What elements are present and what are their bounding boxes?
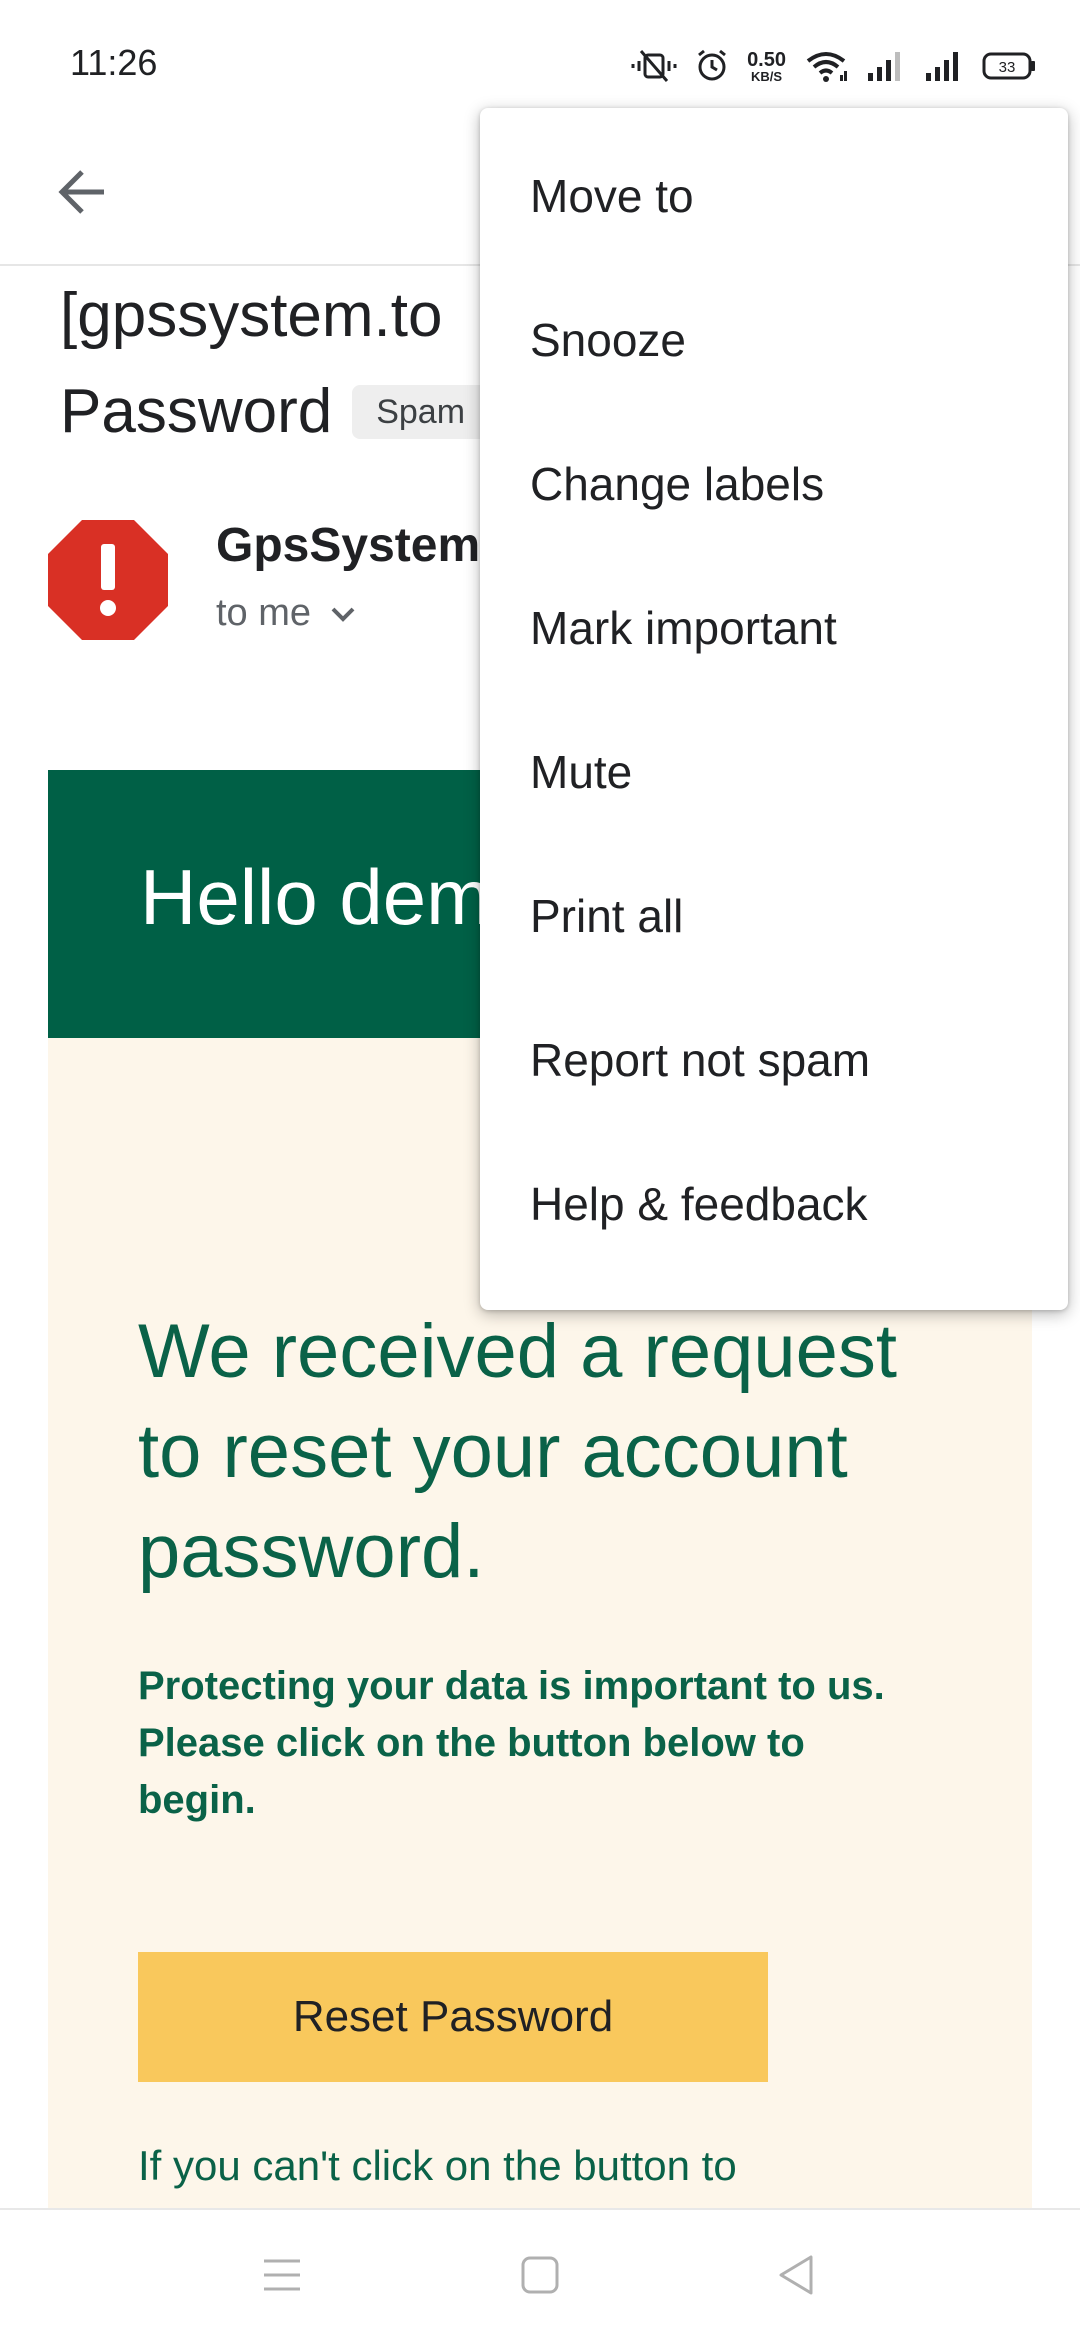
- menu-item-snooze[interactable]: Snooze: [480, 268, 1068, 412]
- recipient-toggle[interactable]: to me: [216, 592, 357, 635]
- system-nav-bar: [0, 2208, 1080, 2340]
- net-speed-unit: KB/S: [751, 68, 783, 84]
- recipient-text: to me: [216, 592, 312, 634]
- home-button[interactable]: [500, 2240, 580, 2310]
- email-note: Protecting your data is important to us.…: [138, 1658, 918, 1829]
- status-icons: 0.50 KB/S 33: [631, 46, 1036, 86]
- email-greeting: Hello dem: [140, 853, 492, 941]
- signal-icon: [924, 49, 964, 83]
- back-triangle-icon: [779, 2255, 813, 2295]
- email-headline: We received a request to reset your acco…: [138, 1309, 897, 1594]
- menu-item-report-not-spam[interactable]: Report not spam: [480, 988, 1068, 1132]
- menu-item-move-to[interactable]: Move to: [480, 124, 1068, 268]
- reset-password-button[interactable]: Reset Password: [138, 1952, 768, 2082]
- menu-item-mark-important[interactable]: Mark important: [480, 556, 1068, 700]
- wifi-icon: [804, 49, 848, 83]
- battery-level: 33: [999, 59, 1016, 76]
- status-time: 11:26: [70, 42, 158, 83]
- net-speed-value: 0.50: [747, 48, 786, 71]
- menu-item-change-labels[interactable]: Change labels: [480, 412, 1068, 556]
- warning-octagon-icon: [48, 520, 168, 640]
- back-button[interactable]: [46, 156, 118, 228]
- battery-icon: 33: [982, 51, 1036, 81]
- email-fallback-text: If you can't click on the button to: [138, 2142, 737, 2189]
- recents-button[interactable]: [242, 2240, 322, 2310]
- arrow-left-icon: [58, 170, 104, 214]
- menu-item-print-all[interactable]: Print all: [480, 844, 1068, 988]
- menu-item-mute[interactable]: Mute: [480, 700, 1068, 844]
- back-nav-button[interactable]: [756, 2240, 836, 2310]
- vibrate-icon: [631, 49, 677, 83]
- menu-icon: [264, 2259, 300, 2291]
- sender-name[interactable]: GpsSystem: [216, 518, 480, 573]
- spam-label-chip[interactable]: Spam: [352, 385, 490, 439]
- net-speed: 0.50 KB/S: [747, 50, 786, 83]
- sender-avatar[interactable]: [46, 518, 170, 642]
- chevron-down-icon: [331, 607, 355, 622]
- home-square-icon: [521, 2256, 559, 2294]
- alarm-icon: [695, 49, 729, 83]
- email-note-line-1: Protecting your data is important to us.: [138, 1664, 885, 1708]
- subject-text: Password: [60, 377, 333, 446]
- signal-icon: [866, 49, 906, 83]
- overflow-menu: Move to Snooze Change labels Mark import…: [480, 108, 1068, 1310]
- menu-item-help-feedback[interactable]: Help & feedback: [480, 1132, 1068, 1276]
- email-note-line-2: Please click on the button below to begi…: [138, 1721, 805, 1822]
